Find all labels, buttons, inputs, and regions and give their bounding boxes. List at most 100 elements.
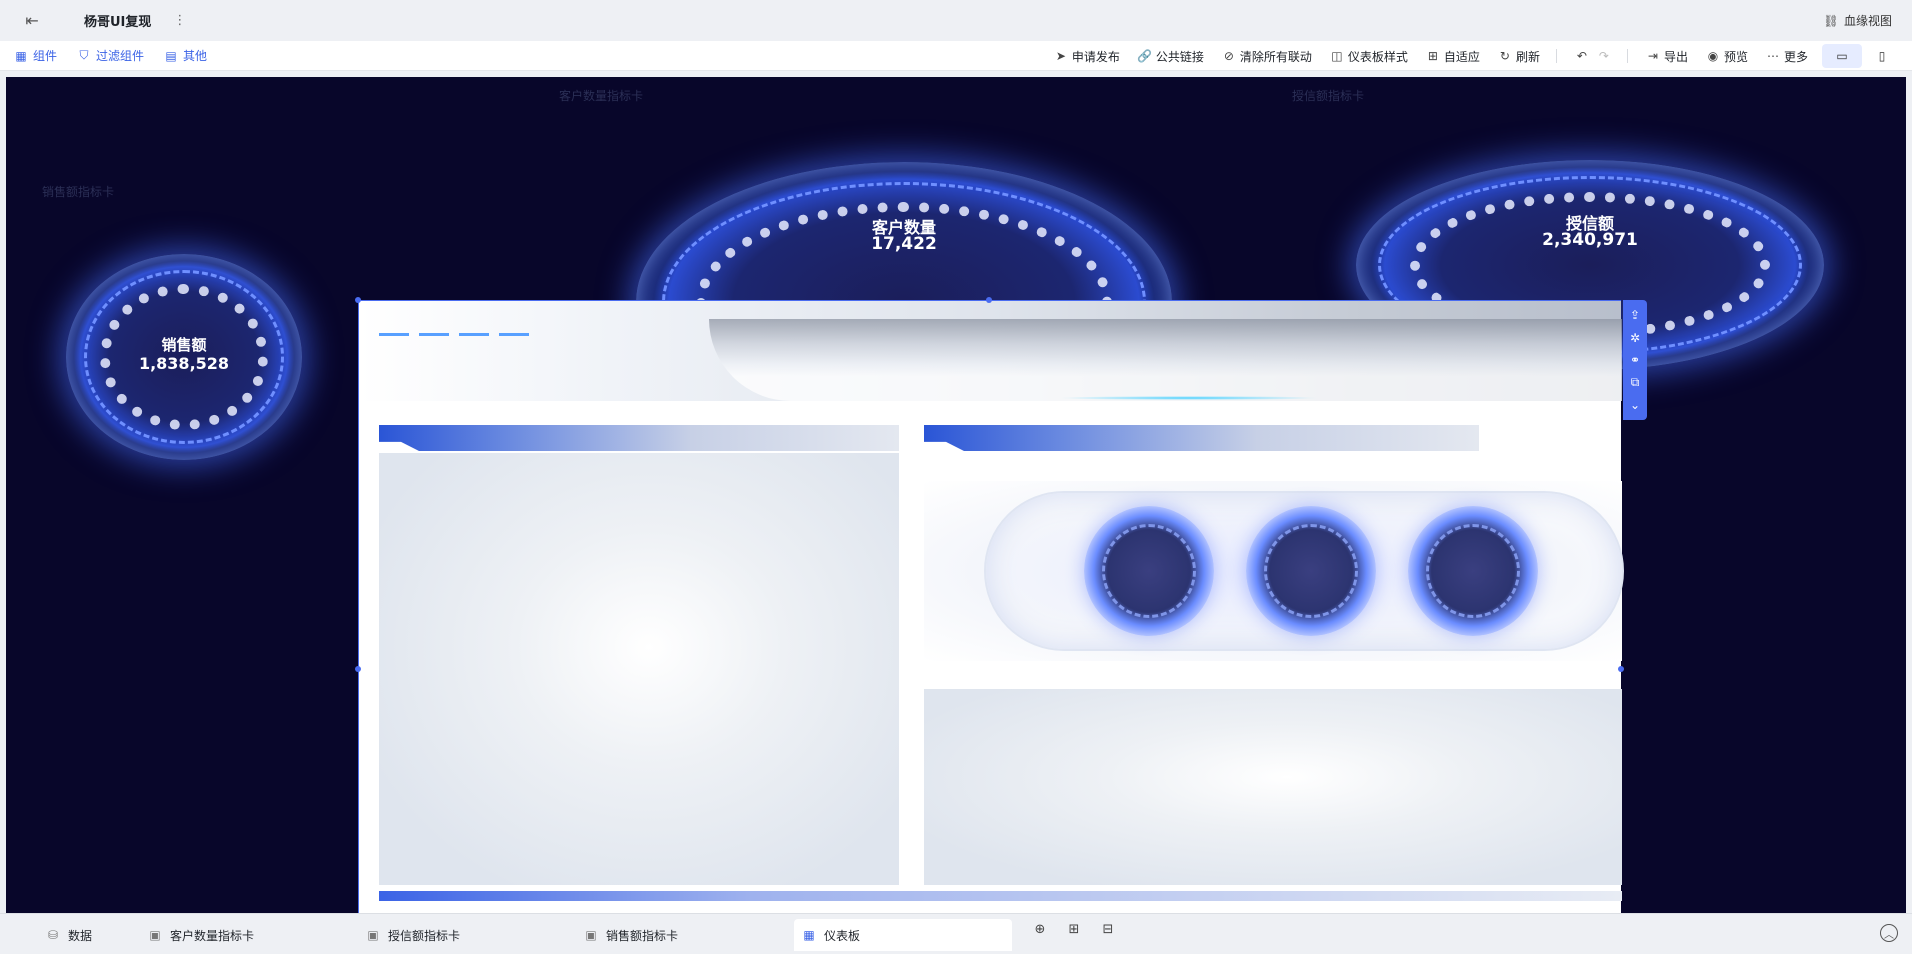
bottom-tab-bar: ⛁ 数据 ▣ 客户数量指标卡 ▣ 授信额指标卡 ▣ 销售额指标卡 ▦ 仪表板 ⊕ ⊞ ⊟ … bbox=[0, 913, 1912, 954]
preview-label: 预览 bbox=[1723, 49, 1748, 64]
mobile-view-icon[interactable]: ▯ bbox=[1862, 44, 1902, 68]
left-panel bbox=[379, 453, 899, 885]
collapse-icon[interactable]: ︿ bbox=[1880, 924, 1898, 942]
tab-dashboard[interactable]: ▦ 仪表板 bbox=[794, 919, 1012, 951]
database-icon: ⛁ bbox=[47, 928, 59, 942]
next-panel-header bbox=[379, 891, 1622, 901]
chart-card-icon: ▣ bbox=[149, 928, 161, 942]
lineage-icon: ⛓ bbox=[1823, 13, 1839, 28]
dashboard-title[interactable]: 杨哥UI复现 bbox=[84, 11, 151, 30]
dial-tick-ring bbox=[1426, 524, 1520, 618]
add-chart-icon[interactable]: ⊕ bbox=[1030, 922, 1050, 937]
undo-icon: ↶ bbox=[1576, 49, 1587, 63]
add-report-icon[interactable]: ⊟ bbox=[1098, 922, 1118, 937]
sales-gauge-value: 1,838,528 bbox=[138, 354, 230, 373]
right-panel-header bbox=[924, 425, 1479, 451]
export-widget-icon[interactable]: ⇪ bbox=[1630, 308, 1640, 322]
public-link-label: 公共链接 bbox=[1155, 49, 1204, 64]
dashboard-icon: ▦ bbox=[803, 928, 815, 942]
sales-gauge-title: 销售额 bbox=[161, 336, 207, 354]
toolbar-divider bbox=[1626, 49, 1628, 63]
other-label: 其他 bbox=[183, 49, 208, 63]
top-bar: ⇤ 杨哥UI复现 ⋮ ⛓ 血缘视图 bbox=[0, 0, 1912, 41]
link-widget-icon[interactable]: ⚭ bbox=[1630, 353, 1640, 367]
more-label: 更多 bbox=[1783, 49, 1808, 64]
tab-data-label: 数据 bbox=[68, 928, 93, 943]
clear-linkage-button[interactable]: ⊘ 清除所有联动 bbox=[1222, 48, 1312, 65]
tab-customer-card-label: 客户数量指标卡 bbox=[170, 928, 255, 943]
dial-row bbox=[924, 481, 1624, 661]
dashboard-style-button[interactable]: ◫ 仪表板样式 bbox=[1330, 48, 1408, 65]
export-label: 导出 bbox=[1663, 49, 1688, 64]
add-dashboard-icon[interactable]: ⊞ bbox=[1064, 922, 1084, 937]
link-icon: 🔗 bbox=[1137, 49, 1153, 63]
preview-button[interactable]: ◉ 预览 bbox=[1706, 48, 1748, 65]
apply-publish-label: 申请发布 bbox=[1071, 49, 1120, 64]
dial-tick-ring bbox=[1102, 524, 1196, 618]
desktop-view-icon[interactable]: ▭ bbox=[1822, 44, 1862, 68]
resize-handle-top[interactable] bbox=[986, 297, 992, 303]
credit-card-label: 授信额指标卡 bbox=[1292, 89, 1365, 103]
more-button[interactable]: ⋯ 更多 bbox=[1766, 48, 1808, 65]
tab-sales-card[interactable]: ▣ 销售额指标卡 bbox=[584, 923, 678, 947]
copy-icon[interactable]: ⧉ bbox=[1631, 375, 1640, 389]
preview-icon: ◉ bbox=[1707, 49, 1719, 63]
other-menu[interactable]: ▤ 其他 bbox=[164, 47, 207, 64]
sales-gauge[interactable]: 销售额 1,838,528 bbox=[66, 254, 302, 460]
fit-icon: ⊞ bbox=[1427, 49, 1438, 63]
apply-publish-button[interactable]: ➤ 申请发布 bbox=[1054, 48, 1120, 65]
widget-header-decoration bbox=[359, 301, 1622, 401]
widget-action-bar: ⇪ ✲ ⚭ ⧉ ⌄ bbox=[1623, 300, 1647, 420]
public-link-button[interactable]: 🔗 公共链接 bbox=[1137, 48, 1204, 65]
filter-component-menu[interactable]: ⛉ 过滤组件 bbox=[77, 47, 145, 64]
right-bottom-panel bbox=[924, 689, 1622, 885]
title-more-icon[interactable]: ⋮ bbox=[173, 13, 186, 28]
dropdown-icon[interactable]: ⌄ bbox=[1630, 398, 1640, 412]
customer-card-label: 客户数量指标卡 bbox=[559, 89, 644, 103]
tab-credit-card-label: 授信额指标卡 bbox=[388, 928, 461, 943]
other-icon: ▤ bbox=[165, 48, 177, 63]
fit-button[interactable]: ⊞ 自适应 bbox=[1426, 48, 1480, 65]
clear-linkage-label: 清除所有联动 bbox=[1239, 49, 1312, 64]
tab-data[interactable]: ⛁ 数据 bbox=[46, 923, 92, 947]
tab-dashboard-label: 仪表板 bbox=[824, 928, 861, 943]
linkage-icon[interactable]: ✲ bbox=[1630, 331, 1640, 345]
device-switch: ▭ ▯ bbox=[1822, 44, 1902, 68]
header-curve bbox=[709, 319, 1622, 401]
refresh-label: 刷新 bbox=[1515, 49, 1540, 64]
export-button[interactable]: ⇥ 导出 bbox=[1646, 48, 1688, 65]
send-icon: ➤ bbox=[1055, 49, 1066, 63]
resize-handle-right[interactable] bbox=[1618, 666, 1624, 672]
chart-card-icon: ▣ bbox=[585, 928, 597, 942]
resize-handle-top-left[interactable] bbox=[355, 297, 361, 303]
header-dash-line bbox=[379, 333, 539, 336]
refresh-button[interactable]: ↻ 刷新 bbox=[1498, 48, 1540, 65]
selected-dashboard-widget[interactable] bbox=[358, 300, 1624, 913]
lineage-view-button[interactable]: ⛓ 血缘视图 bbox=[1823, 12, 1892, 29]
redo-button[interactable]: ↷ bbox=[1597, 49, 1611, 63]
export-icon: ⇥ bbox=[1647, 49, 1658, 63]
dashboard-style-label: 仪表板样式 bbox=[1347, 49, 1408, 64]
component-menu[interactable]: ▦ 组件 bbox=[14, 47, 57, 64]
unlink-icon: ⊘ bbox=[1223, 49, 1234, 63]
tab-customer-card[interactable]: ▣ 客户数量指标卡 bbox=[148, 923, 254, 947]
dial-tick-ring bbox=[1264, 524, 1358, 618]
lineage-view-label: 血缘视图 bbox=[1843, 14, 1892, 28]
credit-gauge-value: 2,340,971 bbox=[1542, 230, 1638, 250]
header-glow bbox=[1059, 396, 1319, 400]
toolbar: ▦ 组件 ⛉ 过滤组件 ▤ 其他 ➤ 申请发布 🔗 公共链接 ⊘ 清除所有联动 ◫ 仪表板样式… bbox=[0, 41, 1912, 71]
style-icon: ◫ bbox=[1331, 49, 1343, 63]
resize-handle-left[interactable] bbox=[355, 666, 361, 672]
exit-icon[interactable]: ⇤ bbox=[0, 0, 64, 41]
dial-2 bbox=[1246, 506, 1376, 636]
tab-credit-card[interactable]: ▣ 授信额指标卡 bbox=[366, 923, 460, 947]
tab-actions: ⊕ ⊞ ⊟ bbox=[1030, 922, 1118, 937]
component-label: 组件 bbox=[33, 49, 58, 63]
toolbar-divider bbox=[1555, 49, 1557, 63]
component-icon: ▦ bbox=[15, 48, 27, 63]
redo-icon: ↷ bbox=[1598, 49, 1609, 63]
customer-gauge-value: 17,422 bbox=[871, 234, 937, 254]
undo-button[interactable]: ↶ bbox=[1575, 49, 1589, 63]
sales-card-label: 销售额指标卡 bbox=[42, 185, 115, 199]
filter-component-label: 过滤组件 bbox=[96, 49, 145, 63]
